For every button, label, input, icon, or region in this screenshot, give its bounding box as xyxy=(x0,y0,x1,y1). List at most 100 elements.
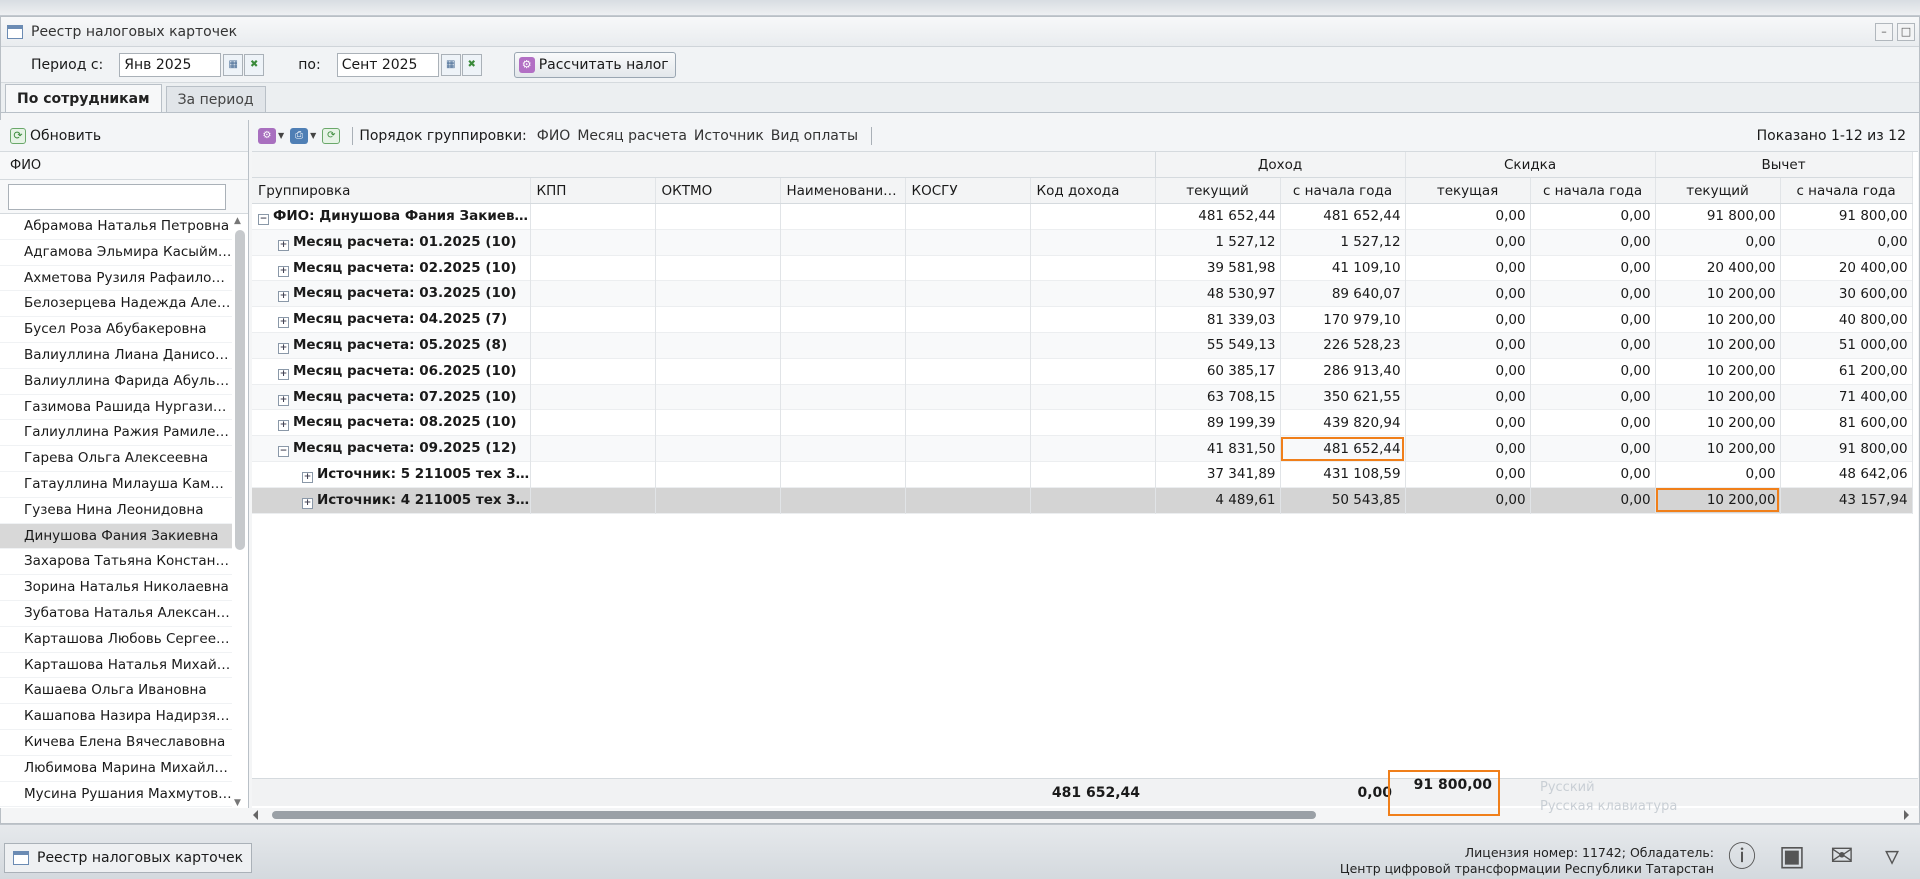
table-row[interactable]: + Месяц расчета: 06.2025 (10) 60 385,17 286… xyxy=(252,358,1913,385)
table-row[interactable]: + Месяц расчета: 03.2025 (10) 48 530,97 89 … xyxy=(252,280,1913,307)
expand-icon[interactable]: + xyxy=(278,368,289,380)
expand-icon[interactable]: + xyxy=(278,239,289,251)
employee-list-item[interactable]: Гатауллина Милауша Камило... xyxy=(0,472,232,498)
expand-icon[interactable]: + xyxy=(302,497,313,509)
employee-list-item[interactable]: Кашапова Назира Надирзяно... xyxy=(0,704,232,730)
col-income-ytd[interactable]: с начала года xyxy=(1280,177,1406,205)
expand-icon[interactable]: + xyxy=(278,265,289,277)
employee-list-item[interactable]: Гузева Нина Леонидовна xyxy=(0,498,232,524)
employee-list-item[interactable]: Динушова Фания Закиевна xyxy=(0,523,232,550)
maximize-button[interactable]: □ xyxy=(1897,22,1915,41)
col-deduction-ytd[interactable]: с начала года xyxy=(1780,177,1913,205)
table-row[interactable]: + Источник: 4 211005 тех 30... 4 489,61 50 … xyxy=(252,487,1913,514)
settings-menu-button[interactable]: ⚙ ▼ xyxy=(258,125,284,147)
employee-list-item[interactable]: Валиуллина Фарида Абульга... xyxy=(0,369,232,395)
employee-list-item[interactable]: Захарова Татьяна Константи... xyxy=(0,549,232,576)
expand-icon[interactable]: + xyxy=(278,291,289,303)
expand-icon[interactable]: + xyxy=(302,471,313,483)
minimize-button[interactable]: – xyxy=(1875,22,1893,41)
calculate-tax-button[interactable]: ⚙ Рассчитать налог xyxy=(513,51,676,78)
employee-list-item[interactable]: Мусина Рушания Махмутовна xyxy=(0,782,232,808)
expand-icon[interactable]: + xyxy=(278,394,289,406)
col-discount-ytd[interactable]: с начала года xyxy=(1530,177,1656,205)
employee-list-item[interactable]: Газимова Рашида Нургазизов... xyxy=(0,395,232,421)
employee-list-item[interactable]: Абрамова Наталья Петровна xyxy=(0,214,232,240)
employee-list-item[interactable]: Зубатова Наталья Александр... xyxy=(0,601,232,627)
employee-list-item[interactable]: Бусел Роза Абубакеровна xyxy=(0,317,232,343)
col-kosgu[interactable]: КОСГУ xyxy=(905,177,1031,205)
employee-list-item[interactable]: Гарева Ольга Алексеевна xyxy=(0,446,232,472)
table-row[interactable]: + Месяц расчета: 02.2025 (10) 39 581,98 41 … xyxy=(252,255,1913,281)
expand-icon[interactable]: + xyxy=(278,420,289,432)
empty-cell xyxy=(530,332,656,359)
employee-list-item[interactable]: Валиуллина Лиана Данисовна xyxy=(0,343,232,369)
col-discount-current[interactable]: текущая xyxy=(1405,177,1531,205)
mail-icon[interactable]: ✉ xyxy=(1826,839,1858,872)
employee-list-item[interactable]: Адгамова Эльмира Касыймовна xyxy=(0,240,232,266)
col-oktmo[interactable]: ОКТМО xyxy=(655,177,781,205)
band-deduction: Вычет xyxy=(1654,152,1913,179)
help-icon[interactable]: ⓘ xyxy=(1726,839,1758,873)
employee-list-item[interactable]: Ахметова Рузиля Рафаиловна xyxy=(0,266,232,292)
group-field-month[interactable]: Месяц расчета xyxy=(577,128,687,144)
table-row[interactable]: + Месяц расчета: 07.2025 (10) 63 708,15 350… xyxy=(252,384,1913,410)
employee-list-item[interactable]: Зорина Наталья Николаевна xyxy=(0,575,232,601)
scroll-down-icon[interactable]: ▼ xyxy=(234,798,241,808)
employee-list-item[interactable]: Белозерцева Надежда Алекс... xyxy=(0,291,232,318)
expand-icon[interactable]: + xyxy=(278,342,289,354)
scroll-right-icon[interactable] xyxy=(1904,810,1909,820)
col-deduction-current[interactable]: текущий xyxy=(1655,177,1781,205)
employee-scrollbar[interactable]: ▲ ▼ xyxy=(234,216,246,808)
col-income-code[interactable]: Код дохода xyxy=(1030,177,1156,205)
collapse-icon[interactable]: − xyxy=(278,446,289,458)
employee-list-item[interactable]: Мухаева Эмира Ашуровна xyxy=(0,807,232,808)
table-row[interactable]: − ФИО: Динушова Фания Закиевн... 481 652,4… xyxy=(252,203,1913,230)
scroll-thumb[interactable] xyxy=(235,230,245,550)
employee-list-item[interactable]: Кашаева Ольга Ивановна xyxy=(0,678,232,705)
table-row[interactable]: + Месяц расчета: 05.2025 (8) 55 549,13 226 … xyxy=(252,332,1913,359)
grid-refresh-button[interactable]: ⟳ xyxy=(322,125,341,147)
grouping-label: Месяц расчета: 06.2025 (10) xyxy=(293,362,517,379)
group-field-source[interactable]: Источник xyxy=(694,128,764,144)
tab-by-period[interactable]: За период xyxy=(165,86,266,112)
camera-icon[interactable]: ▣ xyxy=(1776,839,1808,872)
expand-icon[interactable]: + xyxy=(278,317,289,329)
period-to-input[interactable]: Сент 2025 xyxy=(336,52,439,77)
refresh-button[interactable]: ⟳ Обновить xyxy=(10,127,101,144)
employee-list-item[interactable]: Любимова Марина Михайловна xyxy=(0,756,232,782)
value-cell: 439 820,94 xyxy=(1280,409,1406,436)
calendar-icon[interactable]: ▦ xyxy=(440,53,461,76)
table-row[interactable]: − Месяц расчета: 09.2025 (12) 41 831,50 481… xyxy=(252,435,1913,462)
group-field-fio[interactable]: ФИО xyxy=(537,128,571,144)
chevron-down-icon[interactable]: ▿ xyxy=(1876,839,1908,872)
clear-date-icon[interactable]: ✖ xyxy=(461,53,482,76)
col-name[interactable]: Наименование ... xyxy=(780,177,906,205)
period-bar: Период с: Янв 2025 ▦ ✖ по: Сент 2025 ▦ ✖… xyxy=(1,47,1919,83)
value-cell: 61 200,00 xyxy=(1780,358,1913,385)
scroll-left-icon[interactable] xyxy=(253,810,258,820)
employee-list-item[interactable]: Карташова Наталья Михайло... xyxy=(0,653,232,679)
col-income-current[interactable]: текущий xyxy=(1155,177,1281,205)
table-row[interactable]: + Месяц расчета: 04.2025 (7) 81 339,03 170 … xyxy=(252,306,1913,333)
scroll-thumb[interactable] xyxy=(272,811,1316,819)
period-from-input[interactable]: Янв 2025 xyxy=(119,52,222,77)
employee-filter-input[interactable] xyxy=(8,184,226,210)
employee-list-item[interactable]: Карташова Любовь Сергеевна xyxy=(0,627,232,653)
employee-list-item[interactable]: Кичева Елена Вячеславовна xyxy=(0,730,232,756)
scroll-up-icon[interactable]: ▲ xyxy=(234,216,241,226)
clear-date-icon[interactable]: ✖ xyxy=(244,53,265,76)
print-menu-button[interactable]: ⎙ ▼ xyxy=(290,125,316,147)
col-grouping[interactable]: Группировка xyxy=(252,177,531,205)
group-field-payment-type[interactable]: Вид оплаты xyxy=(771,128,858,144)
table-row[interactable]: + Источник: 5 211005 тех 30... 37 341,89 43… xyxy=(252,461,1913,488)
table-row[interactable]: + Месяц расчета: 08.2025 (10) 89 199,39 439… xyxy=(252,409,1913,436)
employee-list-item[interactable]: Галиуллина Ражия Рамилевна xyxy=(0,420,232,447)
tab-by-employees[interactable]: По сотрудникам xyxy=(5,84,162,112)
task-tax-cards[interactable]: Реестр налоговых карточек xyxy=(4,843,253,873)
table-row[interactable]: + Месяц расчета: 01.2025 (10) 1 527,12 1 52… xyxy=(252,229,1913,256)
calendar-icon[interactable]: ▦ xyxy=(223,53,244,76)
collapse-icon[interactable]: − xyxy=(258,213,269,225)
col-kpp[interactable]: КПП xyxy=(530,177,656,205)
value-cell: 89 640,07 xyxy=(1280,280,1406,307)
employee-column-header[interactable]: ФИО xyxy=(0,152,248,180)
